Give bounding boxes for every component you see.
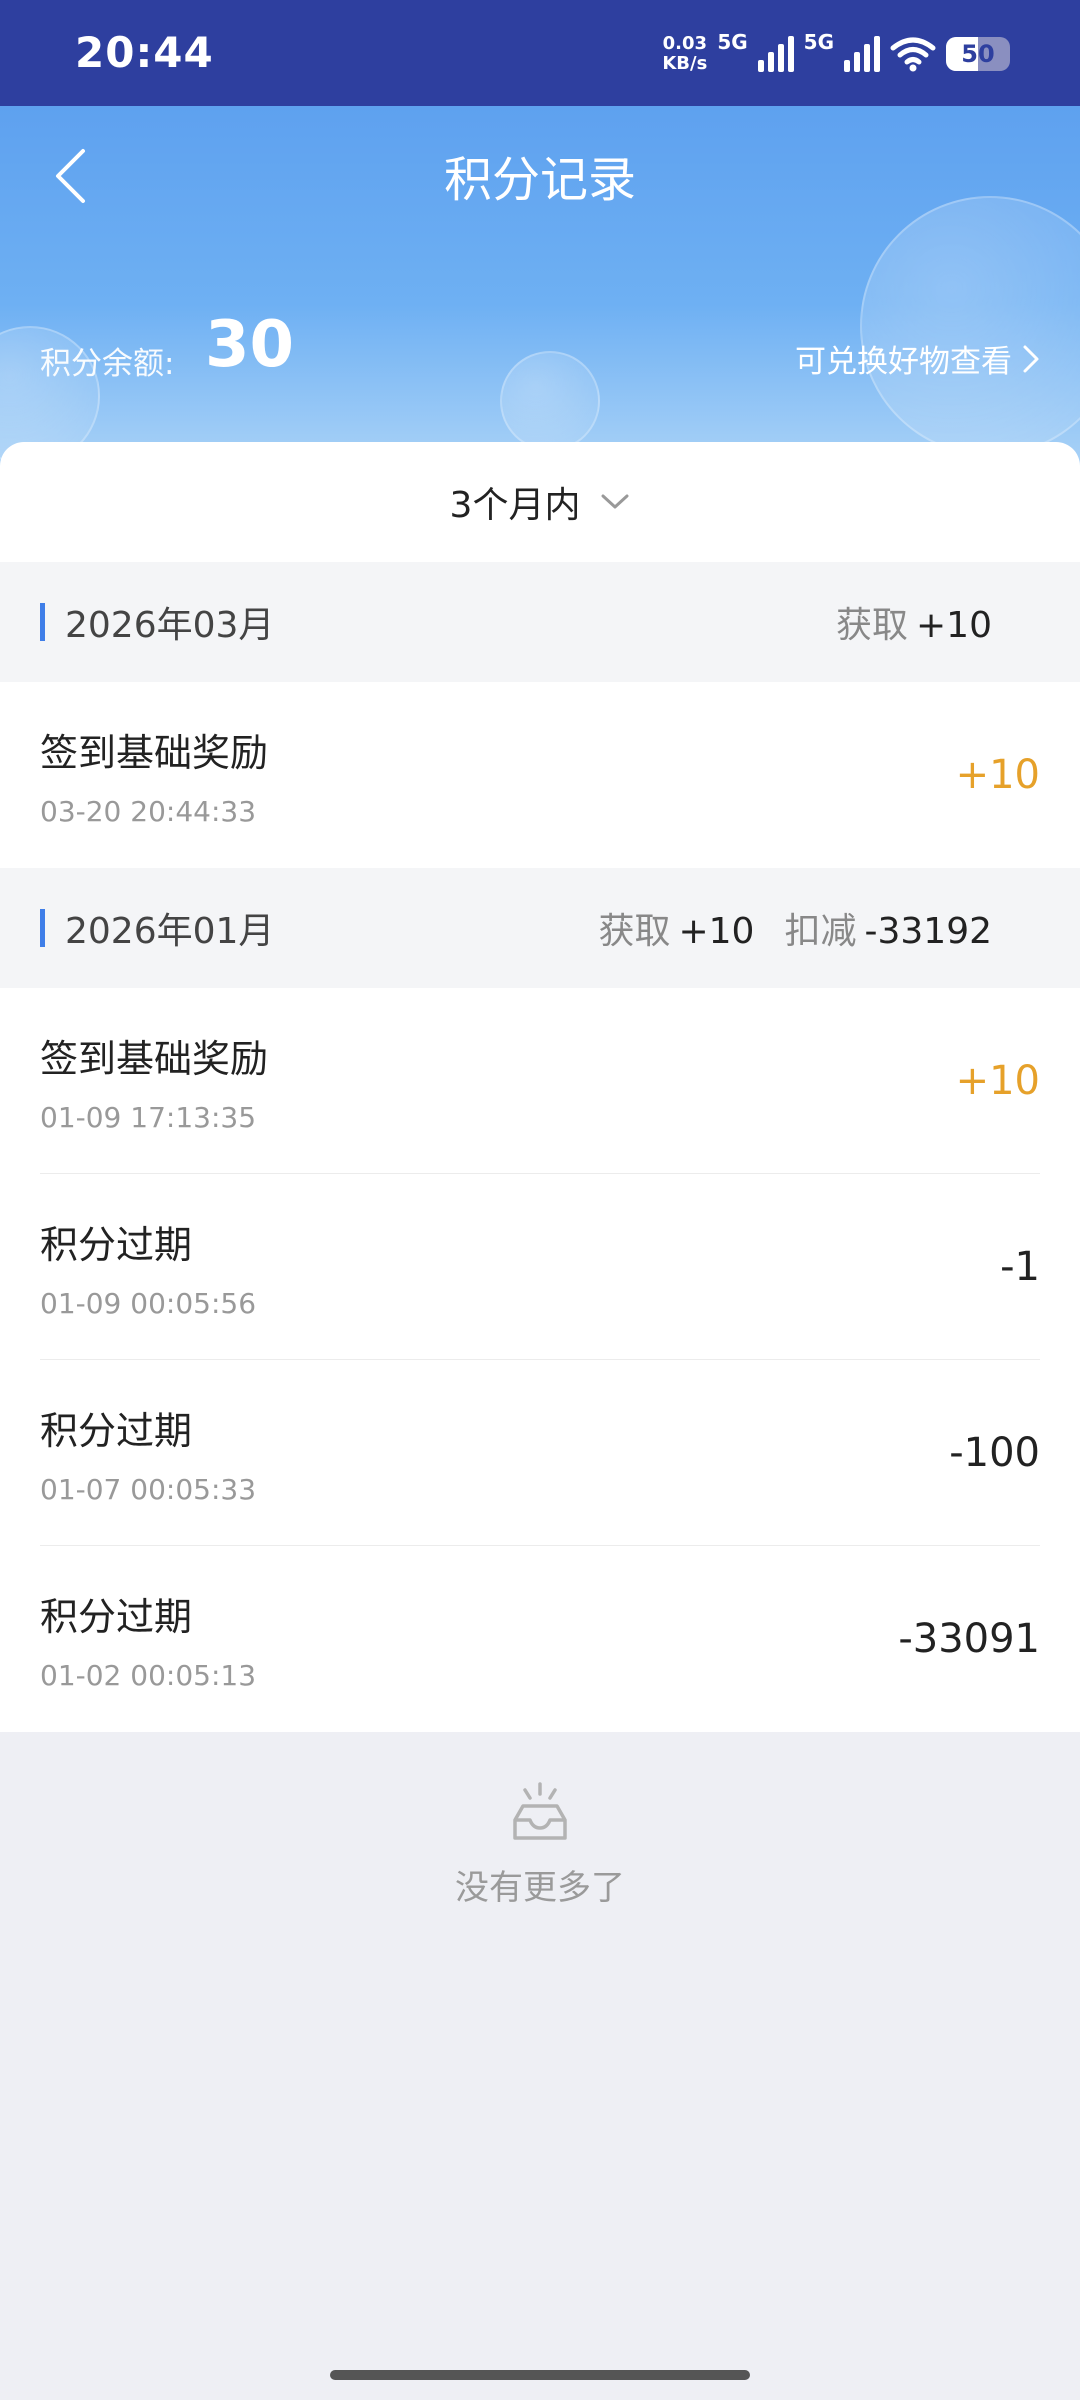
- chevron-right-icon: [1023, 345, 1039, 372]
- network-type-label-1: 5G: [717, 30, 748, 54]
- record-amount: -100: [949, 1429, 1040, 1476]
- chevron-down-icon: [601, 494, 629, 509]
- status-time: 20:44: [75, 28, 214, 77]
- exchange-link-label: 可兑换好物查看: [795, 344, 1012, 380]
- gain-value: +10: [916, 605, 992, 646]
- record-time: 03-20 20:44:33: [40, 795, 257, 828]
- record-time: 01-09 00:05:56: [40, 1286, 257, 1320]
- record-title: 签到基础奖励: [40, 1036, 269, 1081]
- record-amount: -33091: [898, 1616, 1040, 1662]
- wifi-icon: [890, 37, 936, 72]
- record-item[interactable]: 积分过期 01-02 00:05:13 -33091: [40, 1546, 1040, 1732]
- record-time: 01-09 17:13:35: [40, 1100, 257, 1134]
- exchange-link[interactable]: 可兑换好物查看: [795, 336, 1040, 381]
- group-marker: [40, 603, 45, 641]
- record-title: 积分过期: [40, 1222, 193, 1267]
- gain-value: +10: [678, 911, 755, 952]
- gain-label: 获取: [598, 911, 671, 952]
- battery-level: 50: [961, 40, 995, 68]
- end-of-list: 没有更多了: [0, 1780, 1080, 1909]
- empty-tray-icon: [513, 1782, 567, 1840]
- gain-label: 获取: [836, 605, 909, 646]
- record-info: 积分过期 01-07 00:05:33: [40, 1400, 256, 1506]
- deduct-label: 扣减: [784, 911, 857, 952]
- group-month: 2026年01月: [65, 911, 275, 952]
- bubble-decoration: [500, 351, 600, 451]
- network-speed: 0.03 KB/s: [662, 34, 707, 74]
- deduct-summary: 扣减 -33192: [784, 902, 992, 954]
- header: 积分记录 积分余额: 30 可兑换好物查看: [0, 106, 1080, 466]
- group-stats: 获取 +10 扣减 -33192: [598, 902, 992, 954]
- record-info: 积分过期 01-09 00:05:56: [40, 1214, 256, 1320]
- network-speed-unit: KB/s: [662, 53, 708, 74]
- record-info: 积分过期 01-02 00:05:13: [40, 1586, 256, 1692]
- page-title: 积分记录: [443, 152, 636, 208]
- signal-icon: [844, 36, 880, 72]
- record-amount: +10: [955, 1057, 1040, 1104]
- month-group-header: 2026年01月 获取 +10 扣减 -33192: [0, 868, 1080, 988]
- status-icons: 0.03 KB/s 5G 5G 50: [662, 28, 1010, 80]
- balance-value: 30: [205, 308, 295, 382]
- gain-summary: 获取 +10: [598, 902, 754, 954]
- record-title: 积分过期: [40, 1595, 193, 1639]
- record-time: 01-07 00:05:33: [40, 1472, 257, 1506]
- record-item[interactable]: 签到基础奖励 01-09 17:13:35 +10: [40, 988, 1040, 1174]
- group-marker: [40, 909, 45, 947]
- record-amount: -1: [1000, 1243, 1040, 1290]
- group-stats: 获取 +10: [836, 596, 992, 648]
- bubble-decoration: [860, 196, 1080, 456]
- deduct-value: -33192: [864, 911, 992, 952]
- time-filter-dropdown[interactable]: 3个月内: [0, 442, 1080, 562]
- record-info: 签到基础奖励 03-20 20:44:33: [40, 722, 268, 828]
- record-info: 签到基础奖励 01-09 17:13:35: [40, 1028, 268, 1134]
- network-speed-value: 0.03: [662, 33, 708, 54]
- records-card: 3个月内 2026年03月 获取 +10 签到基础奖励 03-20 20:44:3…: [0, 442, 1080, 1732]
- record-item[interactable]: 积分过期 01-07 00:05:33 -100: [40, 1360, 1040, 1546]
- balance-label: 积分余额:: [40, 346, 175, 382]
- record-title: 签到基础奖励: [40, 731, 269, 775]
- network-type-label-2: 5G: [803, 30, 834, 54]
- battery-icon: 50: [946, 37, 1010, 71]
- record-amount: +10: [955, 752, 1040, 798]
- status-bar: 20:44 0.03 KB/s 5G 5G 50: [0, 0, 1080, 106]
- gain-summary: 获取 +10: [836, 596, 992, 648]
- signal-icon: [757, 36, 794, 72]
- month-group-header: 2026年03月 获取 +10: [0, 562, 1080, 682]
- record-item[interactable]: 积分过期 01-09 00:05:56 -1: [40, 1174, 1040, 1360]
- no-more-text: 没有更多了: [455, 1868, 625, 1908]
- record-title: 积分过期: [40, 1408, 193, 1453]
- time-filter-label: 3个月内: [449, 485, 581, 526]
- home-indicator[interactable]: [330, 2370, 750, 2380]
- record-time: 01-02 00:05:13: [40, 1659, 257, 1692]
- group-month: 2026年03月: [65, 605, 275, 646]
- record-item[interactable]: 签到基础奖励 03-20 20:44:33 +10: [40, 682, 1040, 868]
